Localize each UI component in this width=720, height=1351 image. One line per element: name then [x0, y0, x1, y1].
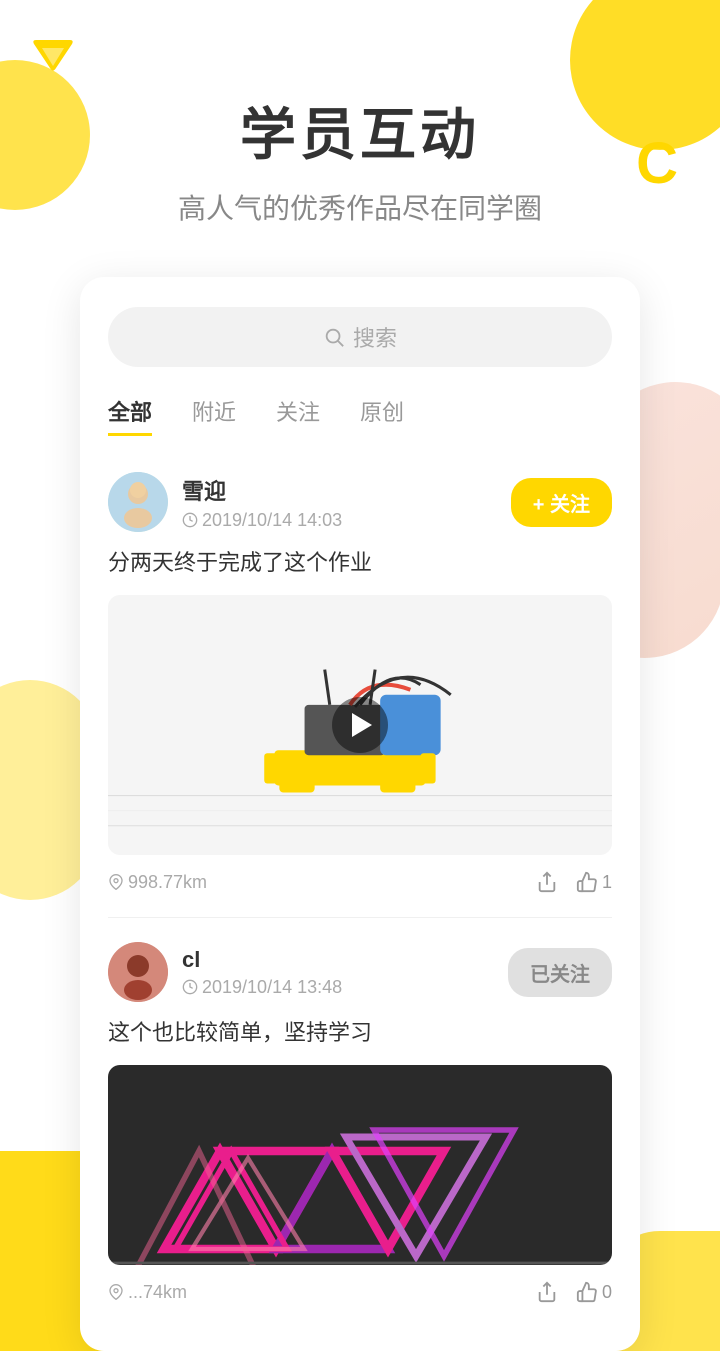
feed-tabs: 全部 附近 关注 原创: [108, 395, 612, 444]
logo-triangle-icon: [28, 28, 78, 83]
tab-nearby[interactable]: 附近: [192, 395, 236, 436]
post-username: 雪迎: [182, 474, 511, 506]
post-item: 雪迎 2019/10/14 14:03 + 关注 分两天终于完成了这个作业: [108, 472, 612, 918]
like-button-1[interactable]: 1: [576, 871, 612, 893]
post-header: 雪迎 2019/10/14 14:03 + 关注: [108, 472, 612, 532]
search-placeholder-text: 搜索: [353, 321, 397, 353]
post-item: cl 2019/10/14 13:48 已关注 这个也比较简单，坚持学习: [108, 942, 612, 1327]
post-location-2: ...74km: [108, 1282, 187, 1303]
post-time-2: 2019/10/14 13:48: [182, 977, 508, 998]
location-icon: [108, 874, 124, 890]
avatar-image: [108, 472, 168, 532]
avatar-image-2: [108, 942, 168, 1002]
post-footer: 998.77km 1: [108, 871, 612, 893]
post-user-info: 雪迎 2019/10/14 14:03: [182, 474, 511, 531]
tab-all[interactable]: 全部: [108, 395, 152, 436]
main-content: 学员互动 高人气的优秀作品尽在同学圈 搜索 全部 附近 关注 原创: [0, 0, 720, 1351]
post-header-2: cl 2019/10/14 13:48 已关注: [108, 942, 612, 1002]
post-user-info-2: cl 2019/10/14 13:48: [182, 947, 508, 998]
search-bar[interactable]: 搜索: [108, 307, 612, 367]
like-icon: [576, 871, 598, 893]
search-icon: [323, 326, 345, 348]
like-button-2[interactable]: 0: [576, 1281, 612, 1303]
post-actions: 1: [536, 871, 612, 893]
play-button[interactable]: [332, 697, 388, 753]
logo-c-shape: C: [636, 130, 678, 197]
post-time: 2019/10/14 14:03: [182, 510, 511, 531]
feed-card: 搜索 全部 附近 关注 原创: [80, 277, 640, 1351]
share-icon: [536, 871, 558, 893]
avatar-2: [108, 942, 168, 1002]
post-media-video[interactable]: [108, 595, 612, 855]
avatar: [108, 472, 168, 532]
location-icon-2: [108, 1284, 124, 1300]
share-icon-2: [536, 1281, 558, 1303]
follow-button-2[interactable]: 已关注: [508, 948, 612, 997]
share-button-1[interactable]: [536, 871, 558, 893]
tab-original[interactable]: 原创: [360, 395, 404, 436]
post-footer-2: ...74km 0: [108, 1281, 612, 1303]
post-location: 998.77km: [108, 872, 207, 893]
post-actions-2: 0: [536, 1281, 612, 1303]
play-triangle-icon: [352, 713, 372, 737]
follow-button-1[interactable]: + 关注: [511, 478, 612, 527]
post-username-2: cl: [182, 947, 508, 973]
post-media-image[interactable]: [108, 1065, 612, 1265]
like-icon-2: [576, 1281, 598, 1303]
post-text: 分两天终于完成了这个作业: [108, 546, 612, 579]
time-icon: [182, 512, 198, 528]
share-button-2[interactable]: [536, 1281, 558, 1303]
post-text-2: 这个也比较简单，坚持学习: [108, 1016, 612, 1049]
page-subtitle: 高人气的优秀作品尽在同学圈: [178, 187, 542, 227]
lego-image: [108, 1065, 612, 1265]
time-icon-2: [182, 979, 198, 995]
tab-follow[interactable]: 关注: [276, 395, 320, 436]
page-title: 学员互动: [240, 90, 480, 171]
